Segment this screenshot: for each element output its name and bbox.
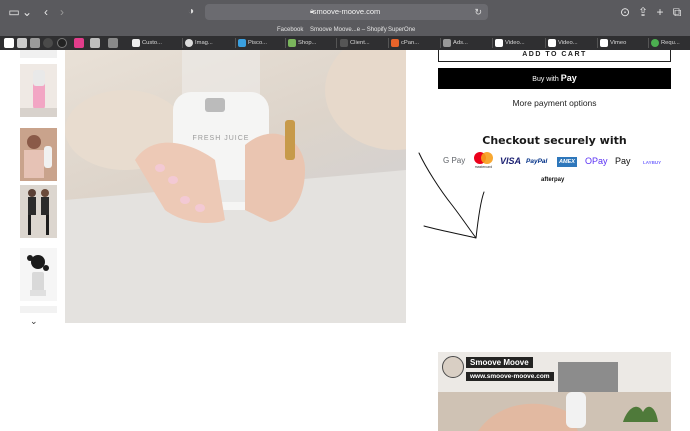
pinned-tab-icon[interactable] bbox=[108, 38, 118, 48]
tab-favicon bbox=[443, 39, 451, 47]
thumbnail-image bbox=[20, 248, 57, 301]
tab-bar: Custo... Imag... Pisco... Shop... Client… bbox=[0, 36, 690, 50]
tab-favicon bbox=[391, 39, 399, 47]
tab-favicon bbox=[548, 39, 556, 47]
channel-avatar[interactable] bbox=[442, 356, 464, 378]
tab-label: Custo... bbox=[142, 40, 162, 46]
handwritten-arrow-scribble bbox=[418, 152, 485, 239]
tab-custo[interactable]: Custo... bbox=[130, 37, 180, 49]
tab-requ[interactable]: Requ... bbox=[649, 37, 690, 49]
buy-with-label: Buy with bbox=[532, 76, 559, 83]
tab-imag[interactable]: Imag... bbox=[183, 37, 233, 49]
afterpay-icon: afterpay bbox=[541, 177, 565, 183]
main-product-image[interactable]: FRESH JUICE bbox=[65, 50, 406, 323]
video-embed[interactable]: Smoove Moove www.smoove-moove.com bbox=[438, 352, 671, 431]
tab-favicon bbox=[185, 39, 193, 47]
tab-favicon bbox=[238, 39, 246, 47]
tab-label: Shop... bbox=[298, 40, 317, 46]
privacy-shield-icon[interactable]: ◑ bbox=[188, 4, 194, 20]
product-thumbnail[interactable] bbox=[20, 248, 57, 301]
pinned-tab-icon[interactable] bbox=[4, 38, 14, 48]
product-thumbnail[interactable] bbox=[20, 50, 57, 58]
share-icon[interactable]: ⇪ bbox=[635, 4, 651, 20]
apple-pay-label: Pay bbox=[560, 73, 577, 83]
visa-icon: VISA bbox=[500, 156, 522, 166]
browser-chrome: ▭ ⌄ ‹ › ◑ 🔒︎ smoove-moove.com ↻ ⊙ ⇪ + ⧉ … bbox=[0, 0, 690, 50]
tab-vimeo[interactable]: Vimeo bbox=[598, 37, 648, 49]
tab-favicon bbox=[132, 39, 140, 47]
pinned-tab-icon[interactable] bbox=[90, 38, 100, 48]
favorite-facebook[interactable]: Facebook bbox=[277, 24, 303, 36]
pinned-tab-icon[interactable] bbox=[57, 38, 67, 48]
shop-pay-icon: OPay bbox=[585, 156, 608, 166]
thumbnail-image bbox=[20, 128, 57, 181]
bottle-brand-text: FRESH JUICE bbox=[193, 135, 250, 142]
tab-separator bbox=[336, 38, 337, 48]
tab-pisco[interactable]: Pisco... bbox=[236, 37, 286, 49]
address-text: smoove-moove.com bbox=[312, 7, 381, 16]
pinned-tab-icon[interactable] bbox=[17, 38, 27, 48]
tab-cpanel[interactable]: cPan... bbox=[389, 37, 439, 49]
new-tab-icon[interactable]: + bbox=[652, 4, 668, 20]
pinned-tab-icon[interactable] bbox=[30, 38, 40, 48]
laybuy-icon: LAYBUY bbox=[643, 160, 662, 165]
tab-label: cPan... bbox=[401, 40, 420, 46]
amex-icon: AMEX bbox=[557, 157, 577, 167]
thumbnails-scroll-down-icon[interactable]: ⌄ bbox=[30, 316, 38, 327]
thumbnail-image bbox=[20, 64, 57, 117]
more-payment-options-link[interactable]: More payment options bbox=[438, 98, 671, 108]
favorites-bar: Facebook Smoove Moove...e – Shopify Supe… bbox=[0, 24, 690, 36]
product-page: ⌄ FRESH JUICE ADD TO CART Buy with Pay M… bbox=[0, 50, 690, 431]
tab-shop[interactable]: Shop... bbox=[286, 37, 336, 49]
forward-icon[interactable]: › bbox=[54, 4, 70, 20]
tab-label: Video... bbox=[558, 40, 578, 46]
back-icon[interactable]: ‹ bbox=[38, 4, 54, 20]
pinned-tab-icon[interactable] bbox=[74, 38, 84, 48]
tab-label: Video... bbox=[505, 40, 525, 46]
favorite-superone[interactable]: SuperOne bbox=[388, 24, 415, 36]
tab-favicon bbox=[651, 39, 659, 47]
product-photo: FRESH JUICE bbox=[65, 50, 406, 323]
favorite-shopify[interactable]: Smoove Moove...e – Shopify bbox=[310, 24, 387, 36]
thumbnail-image bbox=[20, 185, 57, 238]
tab-label: Pisco... bbox=[248, 40, 268, 46]
sidebar-chevron-icon[interactable]: ⌄ bbox=[22, 4, 32, 20]
apple-pay-icon: Pay bbox=[615, 156, 631, 166]
tab-overview-icon[interactable]: ⧉ bbox=[669, 4, 685, 20]
tab-video-2[interactable]: Video... bbox=[546, 37, 596, 49]
video-channel-url[interactable]: www.smoove-moove.com bbox=[466, 372, 554, 381]
downloads-icon[interactable]: ⊙ bbox=[617, 4, 633, 20]
product-thumbnail[interactable] bbox=[20, 306, 57, 313]
checkout-title: Checkout securely with bbox=[482, 134, 627, 147]
tab-client[interactable]: Client... bbox=[338, 37, 388, 49]
tab-favicon bbox=[288, 39, 296, 47]
tab-favicon bbox=[600, 39, 608, 47]
tab-label: Client... bbox=[350, 40, 370, 46]
buy-with-apple-pay-button[interactable]: Buy with Pay bbox=[438, 68, 671, 89]
tab-label: Ads... bbox=[453, 40, 468, 46]
tab-label: Imag... bbox=[195, 40, 213, 46]
sidebar-icon[interactable]: ▭ bbox=[6, 4, 22, 20]
browser-toolbar: ▭ ⌄ ‹ › ◑ 🔒︎ smoove-moove.com ↻ ⊙ ⇪ + ⧉ bbox=[0, 0, 690, 24]
tab-favicon bbox=[340, 39, 348, 47]
tab-video-1[interactable]: Video... bbox=[493, 37, 545, 49]
address-bar[interactable]: 🔒︎ smoove-moove.com ↻ bbox=[205, 4, 488, 20]
tab-label: Requ... bbox=[661, 40, 680, 46]
video-channel-title[interactable]: Smoove Moove bbox=[466, 357, 533, 368]
tab-ads[interactable]: Ads... bbox=[441, 37, 491, 49]
tab-label: Vimeo bbox=[610, 40, 627, 46]
paypal-icon: PayPal bbox=[526, 158, 548, 165]
reload-icon[interactable]: ↻ bbox=[474, 4, 482, 20]
pinned-tab-icon[interactable] bbox=[43, 38, 53, 48]
product-thumbnail[interactable] bbox=[20, 64, 57, 117]
add-to-cart-button[interactable]: ADD TO CART bbox=[438, 50, 671, 62]
product-thumbnail[interactable] bbox=[20, 128, 57, 181]
tab-favicon bbox=[495, 39, 503, 47]
product-thumbnail[interactable] bbox=[20, 185, 57, 238]
